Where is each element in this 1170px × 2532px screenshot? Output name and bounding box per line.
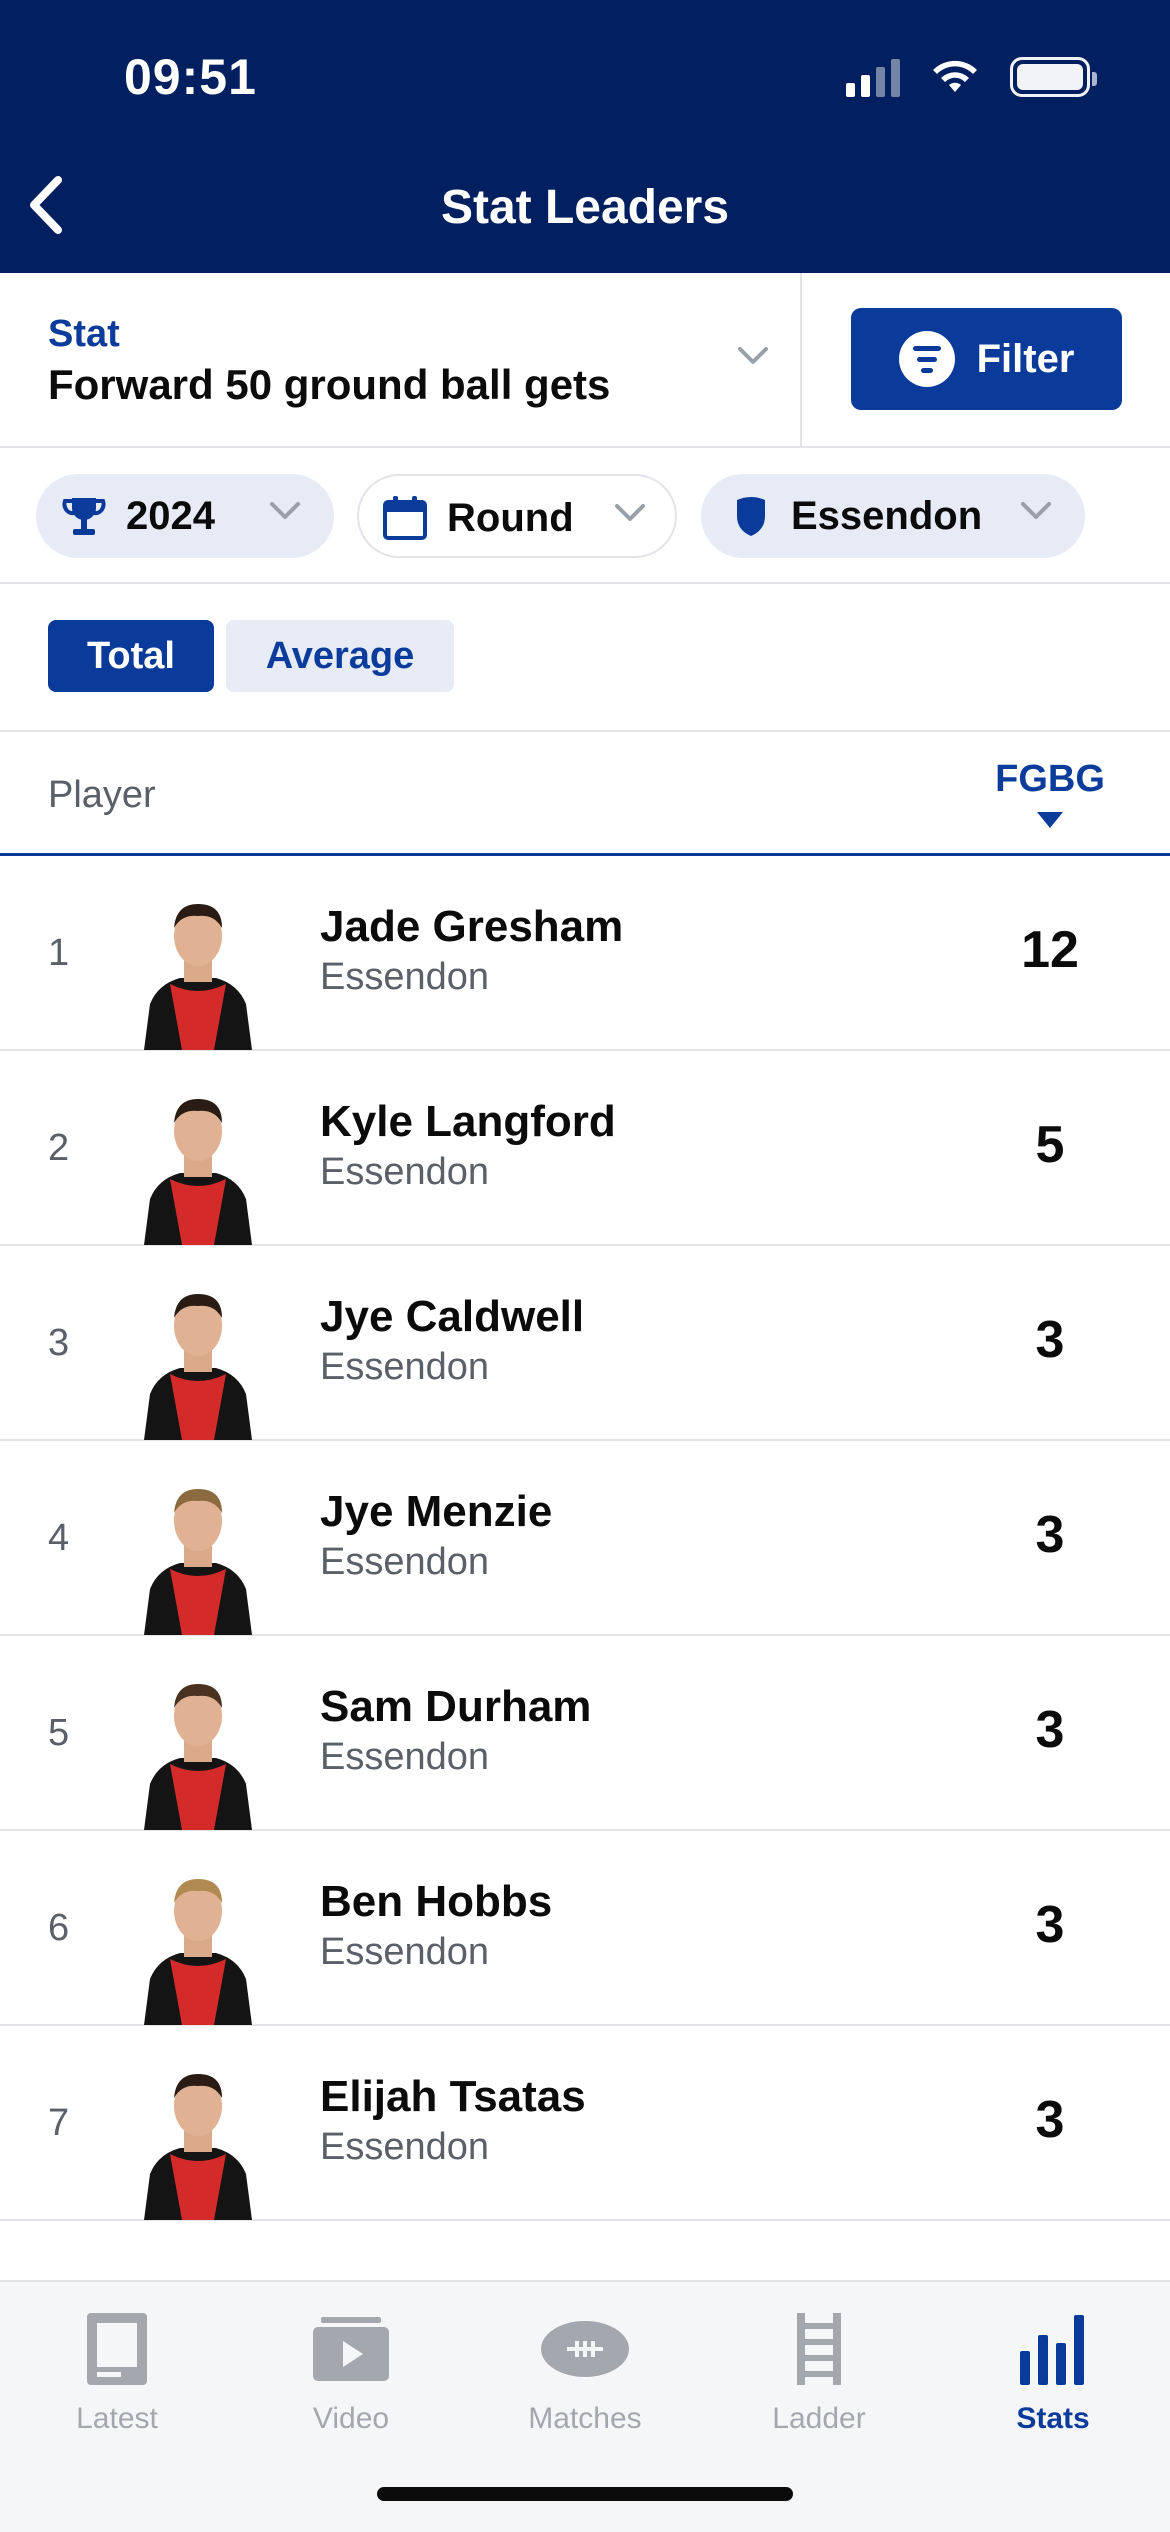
player-name: Jye Caldwell	[320, 1292, 585, 1341]
battery-icon	[1010, 57, 1097, 97]
tab-latest[interactable]: Latest	[0, 2306, 234, 2446]
row-rank: 5	[48, 1712, 70, 1754]
total-toggle-button[interactable]: Total	[48, 620, 214, 692]
player-name: Ben Hobbs	[320, 1877, 553, 1926]
stat-selector-row: Stat Forward 50 ground ball gets Filter	[0, 273, 1170, 448]
status-icons	[846, 54, 1097, 100]
player-team: Essendon	[320, 1151, 490, 1193]
player-team: Essendon	[320, 956, 490, 998]
row-rank: 4	[48, 1517, 70, 1559]
tab-matches[interactable]: Matches	[468, 2306, 702, 2446]
stat-dropdown[interactable]: Stat Forward 50 ground ball gets	[0, 273, 802, 446]
stat-value: 3	[1035, 1311, 1065, 1369]
total-average-toggle: Total Average	[0, 584, 1170, 732]
player-photo	[140, 2064, 256, 2220]
player-team: Essendon	[320, 1541, 490, 1583]
table-row[interactable]: 6 Ben Hobbs Essendon 3	[0, 1831, 1170, 2026]
player-name: Kyle Langford	[320, 1097, 616, 1146]
status-time: 09:51	[124, 49, 257, 105]
stat-value: Forward 50 ground ball gets	[48, 361, 611, 408]
team-chip-label: Essendon	[791, 494, 983, 538]
video-icon	[313, 2317, 389, 2381]
tab-matches-label: Matches	[528, 2402, 642, 2435]
table-row[interactable]: 1 Jade Gresham Essendon 12	[0, 856, 1170, 1051]
season-chip[interactable]: 2024	[36, 474, 334, 558]
trophy-icon	[62, 498, 106, 535]
stat-value: 3	[1035, 1896, 1065, 1954]
tab-video-label: Video	[312, 2402, 390, 2435]
round-chip[interactable]: Round	[357, 474, 677, 558]
cellular-signal-icon	[846, 57, 900, 97]
filter-label: Filter	[976, 336, 1075, 381]
player-photo	[140, 1869, 256, 2025]
row-rank: 3	[48, 1322, 70, 1364]
player-photo	[140, 1479, 256, 1635]
chevron-down-icon	[1021, 502, 1051, 519]
row-rank: 7	[48, 2102, 70, 2144]
calendar-icon	[383, 496, 427, 540]
wifi-icon	[933, 60, 977, 92]
player-team: Essendon	[320, 1931, 490, 1973]
player-column-header: Player	[48, 774, 156, 816]
leaderboard-list: 1 Jade Gresham Essendon 12 2 Kyle Langfo…	[0, 856, 1170, 2221]
player-name: Jye Menzie	[320, 1487, 553, 1536]
stat-value: 3	[1035, 1506, 1065, 1564]
filter-button[interactable]: Filter	[851, 308, 1122, 410]
newspaper-icon	[87, 2313, 147, 2385]
round-chip-label: Round	[447, 496, 574, 540]
table-header: Player FGBG	[0, 732, 1170, 856]
chevron-down-icon	[615, 504, 645, 521]
table-row[interactable]: 4 Jye Menzie Essendon 3	[0, 1441, 1170, 1636]
player-photo	[140, 1674, 256, 1830]
team-chip[interactable]: Essendon	[701, 474, 1085, 558]
player-photo	[140, 1284, 256, 1440]
average-toggle-button[interactable]: Average	[226, 620, 454, 692]
home-indicator[interactable]	[377, 2487, 793, 2501]
row-rank: 6	[48, 1907, 70, 1949]
stat-value: 3	[1035, 1701, 1065, 1759]
player-name: Jade Gresham	[320, 902, 624, 951]
stat-value: 12	[1021, 921, 1079, 979]
tab-ladder[interactable]: Ladder	[702, 2306, 936, 2446]
stat-value: 5	[1035, 1116, 1065, 1174]
player-photo	[140, 1089, 256, 1245]
tab-latest-label: Latest	[76, 2402, 158, 2435]
player-team: Essendon	[320, 1736, 490, 1778]
stat-label: Stat	[48, 313, 120, 355]
sort-desc-icon	[1037, 812, 1063, 828]
chevron-down-icon	[738, 347, 768, 364]
row-rank: 2	[48, 1127, 70, 1169]
stat-column-header[interactable]: FGBG	[970, 758, 1130, 801]
tab-ladder-label: Ladder	[772, 2402, 866, 2435]
app-header: 09:51 Stat Leaders	[0, 0, 1170, 273]
tab-video[interactable]: Video	[234, 2306, 468, 2446]
tab-stats[interactable]: Stats	[936, 2306, 1170, 2446]
season-chip-label: 2024	[126, 494, 215, 538]
stat-value: 3	[1035, 2091, 1065, 2149]
filter-icon	[898, 331, 955, 387]
player-name: Elijah Tsatas	[320, 2072, 586, 2121]
football-icon	[541, 2321, 629, 2377]
player-team: Essendon	[320, 2126, 490, 2168]
shield-icon	[737, 497, 765, 536]
table-row[interactable]: 3 Jye Caldwell Essendon 3	[0, 1246, 1170, 1441]
row-rank: 1	[48, 932, 70, 974]
table-row[interactable]: 2 Kyle Langford Essendon 5	[0, 1051, 1170, 1246]
ladder-icon	[797, 2313, 841, 2385]
page-title: Stat Leaders	[440, 181, 730, 234]
player-photo	[140, 894, 256, 1050]
player-name: Sam Durham	[320, 1682, 592, 1731]
filter-chips-row: 2024 Round Essendon	[0, 448, 1170, 584]
player-team: Essendon	[320, 1346, 490, 1388]
tab-stats-label: Stats	[1016, 2402, 1090, 2435]
chevron-down-icon	[270, 502, 300, 519]
table-row[interactable]: 7 Elijah Tsatas Essendon 3	[0, 2026, 1170, 2221]
bar-chart-icon	[1020, 2315, 1084, 2385]
table-row[interactable]: 5 Sam Durham Essendon 3	[0, 1636, 1170, 1831]
